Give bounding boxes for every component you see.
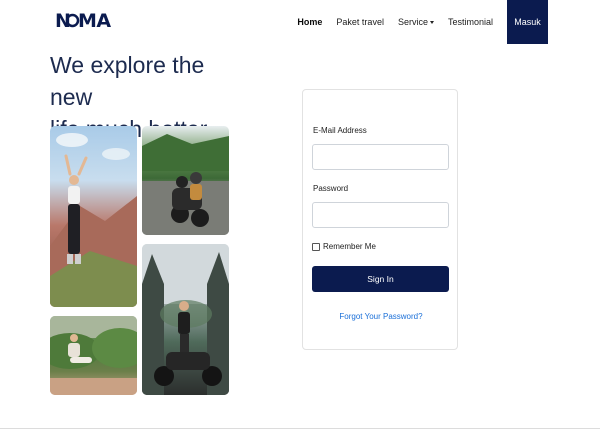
nav-item-paket-travel[interactable]: Paket travel [329, 17, 391, 27]
nav-item-testimonial[interactable]: Testimonial [441, 17, 500, 27]
jungle-view-icon [50, 316, 137, 395]
login-nav-button[interactable]: Masuk [507, 0, 548, 44]
temple-gate-icon [142, 244, 229, 395]
svg-text:MADS: MADS [78, 10, 111, 31]
footer-divider [0, 428, 600, 429]
remember-me-label[interactable]: Remember Me [323, 242, 376, 251]
sign-in-button[interactable]: Sign In [312, 266, 449, 292]
remember-me-row: Remember Me [312, 242, 376, 251]
brand-logo[interactable]: N MADS [55, 9, 140, 36]
woman-figure-icon [50, 133, 137, 307]
travel-photo-motorbike-riders [142, 126, 229, 235]
nav-item-service[interactable]: Service [391, 17, 441, 27]
password-field[interactable] [312, 202, 449, 228]
hero-title-line1: We explore the new [50, 52, 205, 110]
nomads-logo-icon: N MADS [55, 10, 140, 32]
nav-item-home[interactable]: Home [290, 17, 329, 27]
main-nav: Home Paket travel Service Testimonial Ma… [290, 0, 548, 44]
login-card: E-Mail Address Password Remember Me Sign… [302, 89, 458, 350]
motorbike-riders-icon [142, 134, 229, 235]
travel-photo-jungle-view [50, 316, 137, 395]
forgot-password-link[interactable]: Forgot Your Password? [303, 312, 459, 321]
remember-me-checkbox[interactable] [312, 242, 320, 251]
caret-down-icon [429, 21, 434, 25]
password-label: Password [313, 184, 349, 193]
email-field[interactable] [312, 144, 449, 170]
navbar: N MADS Home Paket travel Service Testimo… [0, 0, 600, 44]
email-label: E-Mail Address [313, 126, 367, 135]
travel-photo-temple-gate [142, 244, 229, 395]
travel-photo-mountain-woman [50, 126, 137, 307]
nav-item-service-label: Service [397, 17, 428, 27]
